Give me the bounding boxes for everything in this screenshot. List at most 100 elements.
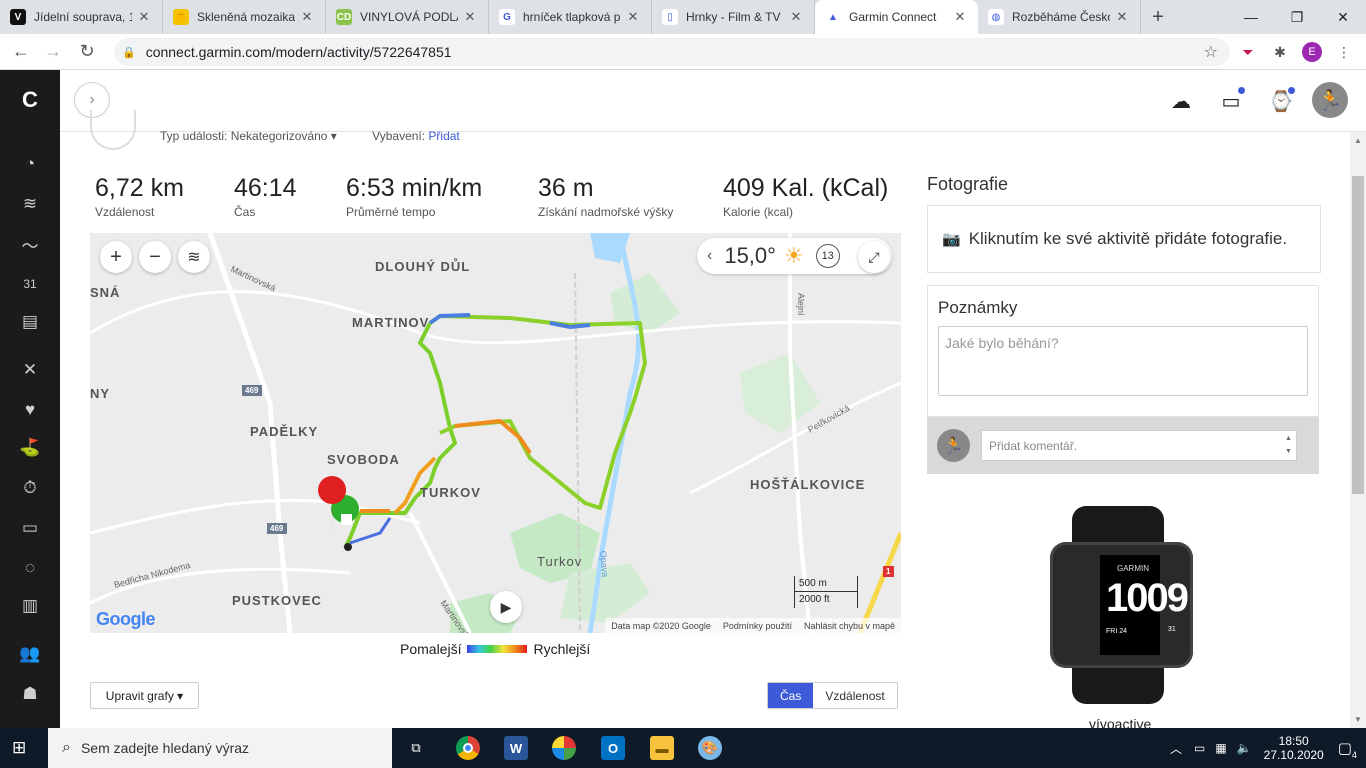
tab-title: VINYLOVÁ PODLAHA — [360, 10, 458, 24]
zoom-in-button[interactable]: + — [100, 241, 132, 273]
layers-icon[interactable]: ≋ — [18, 192, 42, 216]
activity-map[interactable]: DLOUHÝ DŮL MARTINOV PADĚLKY SVOBODA TURK… — [90, 233, 901, 633]
browser-menu-icon[interactable]: ⋮ — [1334, 42, 1354, 62]
tab-close-icon[interactable]: ✕ — [788, 9, 804, 25]
tab-close-icon[interactable]: ✕ — [952, 9, 968, 25]
insights-bulb-icon[interactable]: ◌ — [18, 556, 42, 580]
garmin-connect-logo-icon[interactable]: C — [18, 87, 42, 112]
device-image: GARMIN 1009 FRI 24 31 — [1050, 506, 1193, 704]
maximize-button[interactable]: ❐ — [1274, 0, 1320, 34]
map-layers-icon[interactable]: ≋ — [178, 241, 210, 273]
shoe-gear-icon[interactable]: ▭ — [18, 516, 42, 540]
event-type-dropdown[interactable]: Nekategorizováno — [231, 129, 328, 143]
app-icon[interactable] — [552, 736, 576, 760]
tray-chevron-up-icon[interactable]: ︿ — [1170, 740, 1182, 757]
close-window-button[interactable]: ✕ — [1320, 0, 1366, 34]
browser-tab-bar: V Jídelní souprava, 1 ✕ 🐥 Skleněná mozaika ✕ C… — [0, 0, 1366, 34]
browser-tab[interactable]: V Jídelní souprava, 1 ✕ — [0, 0, 163, 34]
chrome-icon[interactable] — [456, 736, 480, 760]
minimize-button[interactable]: — — [1228, 0, 1274, 34]
comment-spinner-icon[interactable]: ▲ ▼ — [1285, 432, 1292, 458]
reports-bar-chart-icon[interactable]: ▥ — [18, 594, 42, 618]
taskbar-search[interactable]: ⌕ Sem zadejte hledaný výraz — [48, 728, 392, 768]
activity-trend-icon[interactable]: 〜 — [18, 232, 42, 256]
file-explorer-icon[interactable]: ▬ — [650, 736, 674, 760]
user-avatar[interactable]: 🏃 — [1312, 82, 1348, 118]
task-view-icon[interactable]: ⧉ — [404, 736, 428, 760]
activity-type-circle[interactable] — [90, 110, 136, 150]
volume-icon[interactable]: 🔈 — [1237, 741, 1252, 755]
scroll-down-icon[interactable]: ▼ — [1354, 715, 1362, 724]
page-scrollbar[interactable]: ▲ ▼ — [1350, 132, 1366, 728]
golf-icon[interactable]: ⛳ — [18, 436, 42, 460]
pocket-extension-icon[interactable]: ⏷ — [1238, 42, 1258, 62]
upload-cloud-icon[interactable]: ☁ — [1168, 88, 1194, 114]
watch-date: 31 — [1168, 626, 1176, 633]
tab-title: Rozběháme Česko — [1012, 10, 1110, 24]
browser-tab[interactable]: Ghrníček tlapková p ✕ — [489, 0, 652, 34]
toggle-time[interactable]: Čas — [768, 683, 814, 708]
map-label: Turkov — [537, 554, 582, 569]
dropdown-caret-icon[interactable]: ▾ — [327, 129, 337, 143]
back-button[interactable]: ← — [6, 41, 36, 62]
toggle-distance[interactable]: Vzdálenost — [813, 683, 896, 708]
fullscreen-icon[interactable]: ⤢ — [858, 241, 890, 273]
map-report-link[interactable]: Nahlásit chybu v mapě — [804, 621, 895, 631]
tab-close-icon[interactable]: ✕ — [136, 9, 152, 25]
legend-gradient — [467, 645, 528, 653]
clock[interactable]: 18:50 27.10.2020 — [1264, 734, 1324, 762]
dashboard-gauge-icon[interactable]: ◔ — [18, 152, 42, 176]
equipment-add-link[interactable]: Přidat — [428, 129, 459, 143]
calendar-icon[interactable]: 31 — [18, 272, 42, 296]
groups-icon[interactable]: ☗ — [18, 682, 42, 706]
map-canvas[interactable]: DLOUHÝ DŮL MARTINOV PADĚLKY SVOBODA TURK… — [90, 233, 901, 633]
windows-start-icon[interactable]: ⊞ — [12, 738, 26, 758]
scrollbar-thumb[interactable] — [1352, 176, 1364, 494]
reload-button[interactable]: ↻ — [72, 41, 102, 62]
fitness-person-icon[interactable]: ✕ — [18, 358, 42, 382]
photos-panel[interactable]: 📷 Kliknutím ke své aktivitě přidáte foto… — [927, 205, 1321, 273]
battery-icon[interactable]: ▭ — [1194, 741, 1205, 755]
extensions-puzzle-icon[interactable]: ✱ — [1270, 42, 1290, 62]
tab-close-icon[interactable]: ✕ — [462, 9, 478, 25]
scroll-up-icon[interactable]: ▲ — [1354, 136, 1362, 145]
browser-tab[interactable]: ◍ Rozběháme Česko ✕ — [978, 0, 1141, 34]
browser-tab[interactable]: CD VINYLOVÁ PODLAHA ✕ — [326, 0, 489, 34]
stat-calories: 409 Kal. (kCal) Kalorie (kcal) — [723, 174, 888, 219]
device-watch-icon[interactable]: ⌚ — [1268, 87, 1295, 114]
notification-center-icon[interactable]: ▢ 4 — [1338, 739, 1357, 760]
browser-tab[interactable]: 🐥 Skleněná mozaika ✕ — [163, 0, 326, 34]
paint-icon[interactable]: 🎨 — [698, 736, 722, 760]
bookmark-star-icon[interactable]: ☆ — [1204, 42, 1218, 62]
new-tab-button[interactable]: + — [1141, 0, 1175, 34]
zoom-out-button[interactable]: − — [139, 241, 171, 273]
connections-icon[interactable]: 👥 — [18, 642, 42, 666]
chevron-left-icon[interactable]: ‹ — [707, 247, 712, 265]
lock-icon: 🔒 — [122, 46, 136, 59]
tab-close-icon[interactable]: ✕ — [1114, 9, 1130, 25]
health-heart-icon[interactable]: ♥ — [18, 398, 42, 422]
notes-textarea[interactable]: Jaké bylo běhání? — [938, 326, 1308, 396]
word-icon[interactable]: W — [504, 736, 528, 760]
browser-tab[interactable]: ▲ Garmin Connect ✕ — [815, 0, 978, 34]
tab-title: Skleněná mozaika — [197, 10, 295, 24]
inbox-tray-icon[interactable]: ▭ — [1218, 87, 1245, 114]
outlook-icon[interactable]: O — [601, 736, 625, 760]
forward-button[interactable]: → — [38, 41, 68, 62]
edit-charts-button[interactable]: Upravit grafy ▾ — [90, 682, 199, 709]
browser-tab[interactable]: ▯ Hrnky - Film & TV ✕ — [652, 0, 815, 34]
tab-close-icon[interactable]: ✕ — [625, 9, 641, 25]
stopwatch-icon[interactable]: ⏱ — [18, 476, 42, 500]
event-row: Typ události: Nekategorizováno ▾ Vybaven… — [160, 129, 460, 143]
profile-avatar[interactable]: E — [1302, 42, 1322, 62]
equipment-label: Vybavení: — [372, 129, 426, 143]
comment-input[interactable]: Přidat komentář. — [981, 430, 1297, 461]
network-icon[interactable]: ▦ — [1215, 741, 1226, 755]
photos-prompt: Kliknutím ke své aktivitě přidáte fotogr… — [968, 229, 1288, 248]
url-bar[interactable]: 🔒 connect.garmin.com/modern/activity/572… — [114, 38, 1230, 66]
map-terms-link[interactable]: Podmínky použití — [723, 621, 792, 631]
play-route-button[interactable]: ▶ — [490, 591, 522, 623]
news-feed-icon[interactable]: ▤ — [18, 310, 42, 334]
camera-icon: 📷 — [942, 231, 961, 248]
tab-close-icon[interactable]: ✕ — [299, 9, 315, 25]
